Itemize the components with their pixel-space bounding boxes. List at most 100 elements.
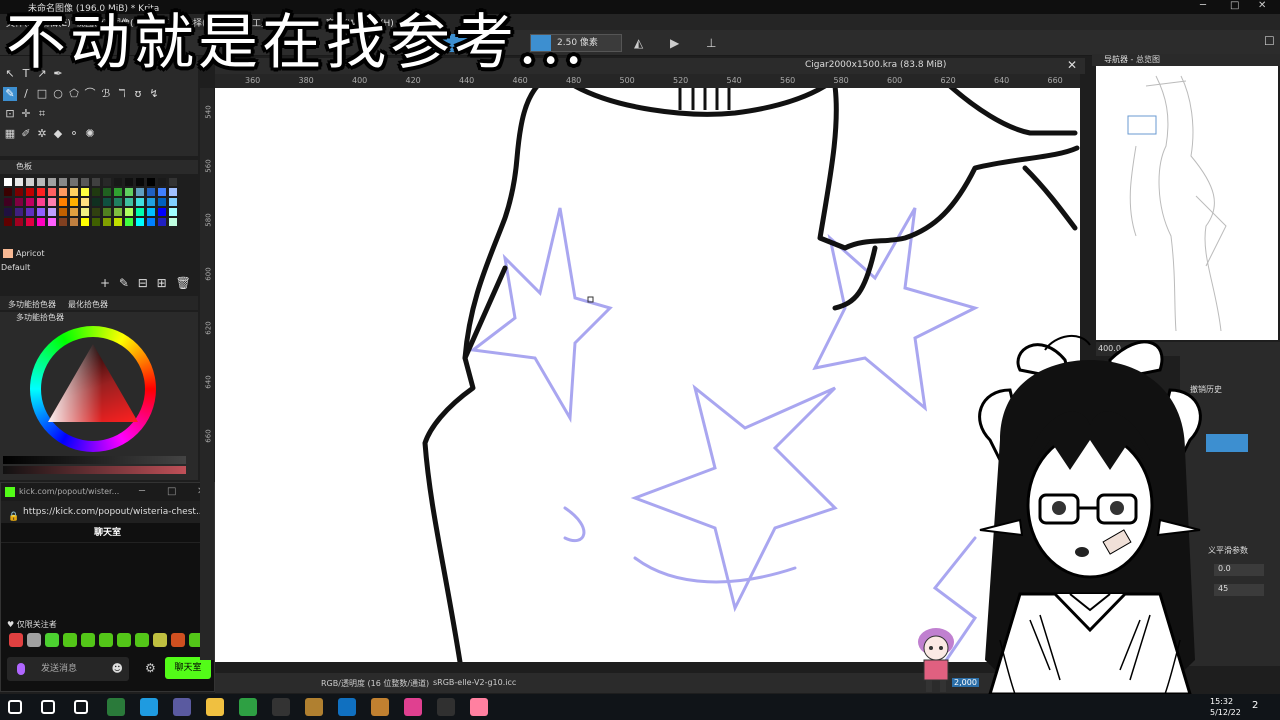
palette-swatch[interactable] <box>37 208 45 216</box>
palette-swatch[interactable] <box>125 218 133 226</box>
emote-icon[interactable] <box>45 633 59 647</box>
palette-selector[interactable]: Apricot <box>0 248 198 260</box>
drawing-canvas[interactable] <box>215 88 1080 662</box>
emote-icon[interactable] <box>117 633 131 647</box>
crop-tool-icon[interactable]: ⌗ <box>35 107 49 121</box>
grid-view-icon[interactable]: ⊞ <box>157 276 167 290</box>
navigator-overview[interactable] <box>1096 66 1278 340</box>
palette-swatch[interactable] <box>48 198 56 206</box>
palette-swatch[interactable] <box>136 178 144 186</box>
palette-swatch[interactable] <box>48 208 56 216</box>
palette-swatch[interactable] <box>26 218 34 226</box>
palette-swatch[interactable] <box>158 218 166 226</box>
document-tab[interactable]: Cigar2000x1500.kra (83.8 MiB) <box>805 60 946 70</box>
palette-swatch[interactable] <box>114 218 122 226</box>
palette-swatch[interactable] <box>48 178 56 186</box>
taskbar-krita-tool-icon[interactable] <box>371 698 389 716</box>
palette-swatch[interactable] <box>169 188 177 196</box>
palette-swatch[interactable] <box>70 218 78 226</box>
emote-icon[interactable] <box>27 633 41 647</box>
close-button[interactable]: ✕ <box>1258 0 1266 11</box>
palette-swatch[interactable] <box>15 188 23 196</box>
palette-swatch[interactable] <box>92 188 100 196</box>
taskbar-obs-icon[interactable] <box>437 698 455 716</box>
palette-swatch[interactable] <box>81 218 89 226</box>
palette-swatch[interactable] <box>59 198 67 206</box>
emote-icon[interactable] <box>9 633 23 647</box>
edit-swatch-icon[interactable]: ✎ <box>119 276 129 290</box>
palette-swatch[interactable] <box>114 178 122 186</box>
palette-swatch[interactable] <box>92 178 100 186</box>
palette-swatch[interactable] <box>158 178 166 186</box>
palette-swatch[interactable] <box>136 208 144 216</box>
emote-icon[interactable] <box>81 633 95 647</box>
palette-swatch[interactable] <box>158 208 166 216</box>
emote-icon[interactable] <box>153 633 167 647</box>
palette-swatch[interactable] <box>103 198 111 206</box>
enclose-fill-icon[interactable]: ⚬ <box>67 127 81 141</box>
palette-swatch[interactable] <box>59 188 67 196</box>
palette-swatch[interactable] <box>37 178 45 186</box>
taskbar-edge-icon[interactable] <box>140 698 158 716</box>
palette-swatch[interactable] <box>114 198 122 206</box>
mirror-horizontal-icon[interactable]: ◭ <box>634 36 643 50</box>
smoothing-field-1[interactable]: 0.0 <box>1214 564 1264 576</box>
palette-swatch[interactable] <box>169 208 177 216</box>
chat-message-input[interactable]: 发送消息 ☻ <box>7 657 129 681</box>
taskbar-game-icon[interactable] <box>305 698 323 716</box>
popout-maximize-button[interactable]: □ <box>167 483 176 501</box>
palette-swatch[interactable] <box>37 198 45 206</box>
palette-swatch[interactable] <box>125 188 133 196</box>
toolbar-more-icon[interactable]: ☐ <box>1264 34 1275 48</box>
palette-swatch[interactable] <box>169 178 177 186</box>
palette-swatch[interactable] <box>103 218 111 226</box>
palette-swatch[interactable] <box>37 188 45 196</box>
palette-swatch[interactable] <box>26 178 34 186</box>
mic-icon[interactable] <box>17 663 25 675</box>
palette-swatch[interactable] <box>15 178 23 186</box>
palette-swatch[interactable] <box>4 218 12 226</box>
rectangle-tool-icon[interactable]: □ <box>35 87 49 101</box>
brush-tool-icon[interactable]: ✎ <box>3 87 17 101</box>
taskbar-sheets-icon[interactable] <box>239 698 257 716</box>
tab-minimal-color-selector[interactable]: 最化拾色器 <box>68 299 108 310</box>
chat-send-button[interactable]: 聊天室 <box>165 657 211 679</box>
palette-swatch[interactable] <box>70 188 78 196</box>
palette-swatch[interactable] <box>70 178 78 186</box>
line-tool-icon[interactable]: / <box>19 87 33 101</box>
color-picker-icon[interactable]: ✐ <box>19 127 33 141</box>
polygon-tool-icon[interactable]: ⬠ <box>67 87 81 101</box>
palette-swatch[interactable] <box>81 198 89 206</box>
palette-swatch[interactable] <box>92 218 100 226</box>
palette-swatch[interactable] <box>147 218 155 226</box>
palette-swatch[interactable] <box>15 218 23 226</box>
palette-swatch[interactable] <box>59 178 67 186</box>
polyline-tool-icon[interactable]: ⌒ <box>83 87 97 101</box>
palette-swatch[interactable] <box>169 218 177 226</box>
palette-swatch[interactable] <box>147 178 155 186</box>
palette-swatch[interactable] <box>147 198 155 206</box>
palette-swatch[interactable] <box>26 198 34 206</box>
wrap-around-icon[interactable]: ⊥ <box>706 36 716 50</box>
tab-advanced-color-selector[interactable]: 多功能拾色器 <box>8 299 56 310</box>
palette-swatch[interactable] <box>158 188 166 196</box>
minimize-button[interactable]: ─ <box>1200 0 1206 11</box>
palette-swatch[interactable] <box>147 208 155 216</box>
palette-swatch[interactable] <box>37 218 45 226</box>
palette-swatch[interactable] <box>59 218 67 226</box>
palette-swatch[interactable] <box>92 198 100 206</box>
taskbar-explorer-icon[interactable] <box>206 698 224 716</box>
emote-icon[interactable] <box>171 633 185 647</box>
palette-swatch[interactable] <box>70 198 78 206</box>
palette-swatch[interactable] <box>158 198 166 206</box>
value-slider[interactable] <box>3 456 186 464</box>
hue-ring[interactable] <box>30 326 156 452</box>
add-swatch-icon[interactable]: + <box>100 276 110 290</box>
palette-swatch[interactable] <box>4 208 12 216</box>
multibrush-icon[interactable]: ↯ <box>147 87 161 101</box>
palette-swatch[interactable] <box>70 208 78 216</box>
palette-swatch[interactable] <box>4 188 12 196</box>
smoothing-field-2[interactable]: 45 <box>1214 584 1264 596</box>
mirror-vertical-icon[interactable]: ▶ <box>670 36 679 50</box>
palette-swatch[interactable] <box>125 178 133 186</box>
